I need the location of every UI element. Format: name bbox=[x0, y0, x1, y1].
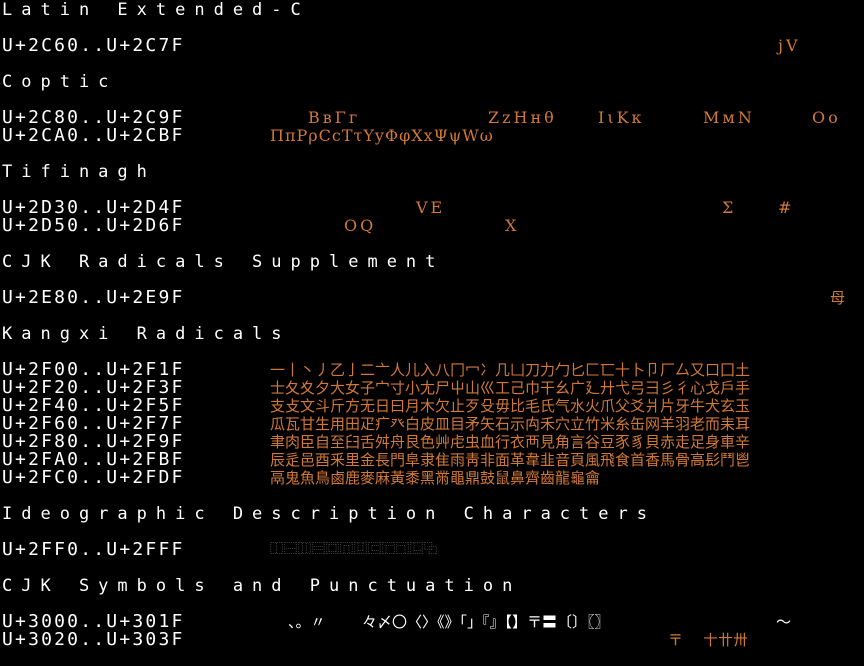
glyph-row: IιKк bbox=[598, 108, 645, 127]
glyph-row: 、。〃 bbox=[288, 613, 326, 631]
glyph-row: ΠπPρCcTτYyΦφXxΨψWω bbox=[270, 126, 494, 145]
glyph-row: VE bbox=[416, 198, 446, 217]
glyph-row: 瓜瓦甘生用田疋疒癶白皮皿目矛矢石示禸禾穴立竹米糸缶网羊羽老而耒耳 bbox=[270, 415, 751, 433]
range-label: U+2CA0..U+2CBF bbox=[2, 125, 185, 146]
section-header-latin-extended-c: Latin Extended-C bbox=[2, 0, 310, 20]
section-header-cjk-radicals-supplement: CJK Radicals Supplement bbox=[2, 252, 445, 272]
glyph-row: 〒 bbox=[668, 631, 684, 649]
glyph-row: Oo bbox=[812, 108, 841, 127]
glyph-row: Σ bbox=[722, 198, 734, 217]
glyph-row: jV bbox=[778, 36, 801, 55]
glyph-row: 支攴文斗斤方无日曰月木欠止歹殳毋比毛氏气水火爪父爻爿片牙牛犬玄玉 bbox=[270, 397, 751, 415]
range-label: U+3020..U+303F bbox=[2, 629, 185, 650]
glyph-row: 士夂夊夕大女子宀寸小尢尸屮山巛工己巾干幺广廴廾弋弓彐彡彳心戈戶手 bbox=[270, 379, 751, 397]
glyph-row: X bbox=[505, 216, 517, 235]
glyph-row: ZzHнθ bbox=[488, 108, 557, 127]
glyph-row: 鬲鬼魚鳥鹵鹿麥麻黃黍黑黹黽鼎鼓鼠鼻齊齒龍龜龠 bbox=[270, 469, 601, 487]
glyph-row: 〜 bbox=[776, 613, 792, 631]
glyph-row: OQ bbox=[344, 216, 377, 235]
range-label: U+2FC0..U+2FDF bbox=[2, 467, 185, 488]
glyph-row: ΒвΓг bbox=[308, 108, 361, 127]
range-label: U+2C60..U+2C7F bbox=[2, 35, 185, 56]
glyph-row: 々〆〇〈〉《》「」『』【】〒〓〔〕〖〗 bbox=[362, 613, 610, 631]
glyph-row: MмN bbox=[703, 108, 755, 127]
glyph-row: 一丨丶丿乙亅二亠人儿入八冂冖冫几凵刀力勹匕匚匸十卜卩厂厶又口囗土 bbox=[270, 361, 751, 379]
glyph-row: # bbox=[778, 198, 792, 217]
range-label: U+2D50..U+2D6F bbox=[2, 215, 185, 236]
glyph-row: ⿰⿱⿲⿳⿴⿵⿶⿷⿸⿹⿺⿻ bbox=[270, 542, 439, 557]
range-label: U+2FF0..U+2FFF bbox=[2, 539, 185, 560]
glyph-row: 聿肉臣自至臼舌舛舟艮色艸虍虫血行衣襾見角言谷豆豕豸貝赤走足身車辛 bbox=[270, 433, 751, 451]
section-header-ideographic-description: Ideographic Description Characters bbox=[2, 504, 656, 524]
glyph-row: 辰辵邑酉釆里金長門阜隶隹雨靑非面革韋韭音頁風飛食首香馬骨高髟鬥鬯 bbox=[270, 451, 751, 469]
range-label: U+2E80..U+2E9F bbox=[2, 287, 185, 308]
section-header-kangxi-radicals: Kangxi Radicals bbox=[2, 324, 291, 344]
section-header-coptic: Coptic bbox=[2, 72, 118, 92]
section-header-cjk-symbols-punctuation: CJK Symbols and Punctuation bbox=[2, 576, 522, 596]
glyph-row: 母 bbox=[830, 289, 846, 307]
glyph-row: 〸〹〺 bbox=[703, 631, 749, 649]
section-header-tifinagh: Tifinagh bbox=[2, 162, 156, 182]
